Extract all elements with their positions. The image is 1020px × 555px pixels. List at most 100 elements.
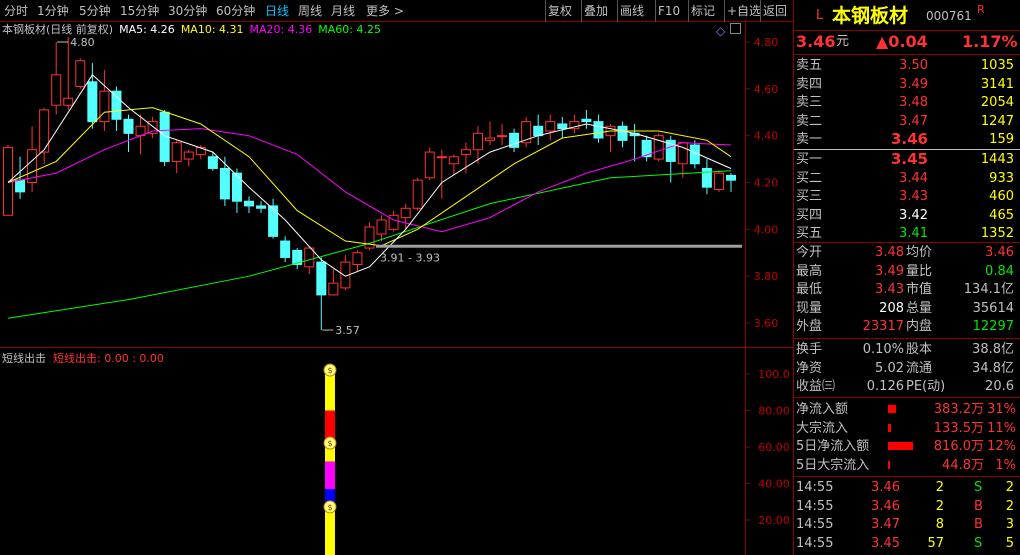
stat-label: 现量 [796,300,823,316]
add-watchlist-button[interactable]: +自选 [724,0,763,22]
timeframe-monthly[interactable]: 月线 [331,0,355,22]
bid-volume: 1443 [980,152,1014,167]
flow-row: 大宗流入 133.5万 11% [794,419,1020,438]
fund-label: 换手 [796,342,823,357]
flow-bar [888,405,896,413]
tick-row: 14:55 3.46 2 B 2 [794,497,1020,516]
ma10-label: MA10: 4.31 [180,23,244,36]
tick-price: 3.46 [871,498,900,514]
stat-label: 今开 [796,245,823,260]
indicator-tick-label: 80.00 [758,405,790,418]
ask-label: 卖五 [796,58,823,73]
ma-legend: 本钢板材(日线 前复权) MA5: 4.26 MA10: 4.31 MA20: 4.3… [2,23,387,37]
margin-badge: R [977,3,985,16]
stat-row: 外盘 23317 内盘 12297 [794,317,1020,336]
stat-value: 12297 [972,319,1014,334]
candle-body [701,167,712,188]
flow-row: 5日大宗流入 44.8万 1% [794,456,1020,475]
f10-button[interactable]: F10 [655,0,682,22]
fund-label: PE(动) [906,379,946,394]
support-line [376,244,742,248]
stat-value: 3.46 [985,245,1014,260]
ma60-label: MA60: 4.25 [318,23,381,36]
fund-label: 股本 [906,342,933,357]
timeframe-more[interactable]: 更多 > [366,0,404,22]
tick-row: 14:55 3.45 57 S 5 [794,534,1020,553]
candle [713,170,724,192]
timeframe-1min[interactable]: 1分钟 [37,0,69,22]
trading-window: { "toolbar": { "timeframes": ["分时","1分钟"… [0,0,1020,555]
indicator-chart[interactable]: $ $ $ [0,362,745,555]
tick-side: B [974,498,983,514]
candle [533,114,544,146]
bid-label: 买二 [796,170,823,186]
timeframe-weekly[interactable]: 周线 [298,0,322,22]
candle-body [726,174,736,181]
candle [460,142,471,174]
candle-body [533,125,544,137]
window-box-icon[interactable] [730,23,741,34]
mark-button[interactable]: 标记 [688,0,717,22]
ask-price: 3.46 [890,130,928,148]
timeframe-5min[interactable]: 5分钟 [79,0,111,22]
stat-row: 最低 3.43 市值 134.1亿 [794,280,1020,299]
bid-volume: 1352 [980,226,1014,241]
candle-body [545,121,556,132]
fund-row: 净资 5.02 流通 34.8亿 [794,359,1020,378]
candle-body [472,132,483,151]
fuquan-button[interactable]: 复权 [545,0,574,22]
coin-bag-glyph: $ [327,366,332,375]
indicator-tick-label: 40.00 [758,478,790,491]
timeframe-60min[interactable]: 60分钟 [216,0,255,22]
timeframe-30min[interactable]: 30分钟 [168,0,207,22]
candle [509,128,520,153]
kline-chart[interactable]: 4.80 3.57 3.91 - 3.93 [0,36,745,346]
candle [159,109,170,167]
tick-time: 14:55 [796,498,834,514]
fund-value: 5.02 [875,360,904,376]
candle [701,159,712,195]
indicator-tick-label: 20.00 [758,514,790,527]
candle-body [376,219,387,235]
range-marker-label: 3.91 - 3.93 [380,252,440,265]
candle-body [677,142,688,165]
draw-line-button[interactable]: 画线 [617,0,646,22]
overlay-button[interactable]: 叠加 [581,0,610,22]
flow-bar [888,460,890,469]
stat-value: 134.1亿 [963,282,1014,297]
ask-label: 卖三 [796,95,823,110]
stat-value: 0.84 [985,263,1014,279]
timeframe-daily[interactable]: 日线 [265,0,289,22]
ask-row: 卖五 3.50 1035 [794,56,1020,75]
candle-body [316,261,327,296]
candle [328,269,339,296]
candle [557,116,568,139]
fund-value: 34.8亿 [972,360,1014,376]
low-marker-label: 3.57 [335,324,360,337]
candle [147,116,158,139]
timeframe-15min[interactable]: 15分钟 [120,0,159,22]
bid-row: 买四 3.42 465 [794,206,1020,225]
ask-label: 卖一 [796,132,823,147]
stat-label: 市值 [906,282,933,297]
candle-body [280,240,291,258]
stat-value: 3.43 [875,282,904,297]
tick-volume: 8 [935,517,944,532]
stat-label: 最高 [796,263,823,279]
back-button[interactable]: 返回 [760,0,789,22]
price-tick-label: 4.00 [754,223,779,236]
candle [593,114,604,143]
quote-panel: L 本钢板材 000761 R 3.46 元 ▲0.04 1.17% 卖五 3.5… [794,0,1020,555]
candle [485,121,495,146]
flow-amount: 44.8万 [942,457,984,473]
stat-label: 内盘 [906,319,933,334]
stat-label: 总量 [906,300,933,316]
fund-row: 换手 0.10% 股本 38.8亿 [794,340,1020,359]
timeframe-fenshi[interactable]: 分时 [4,0,28,22]
flow-amount: 133.5万 [933,420,984,436]
flow-bar [888,442,913,450]
candle [581,109,592,129]
price-unit: 元 [836,34,850,49]
tick-time: 14:55 [796,535,834,551]
ask-label: 卖二 [796,113,823,129]
